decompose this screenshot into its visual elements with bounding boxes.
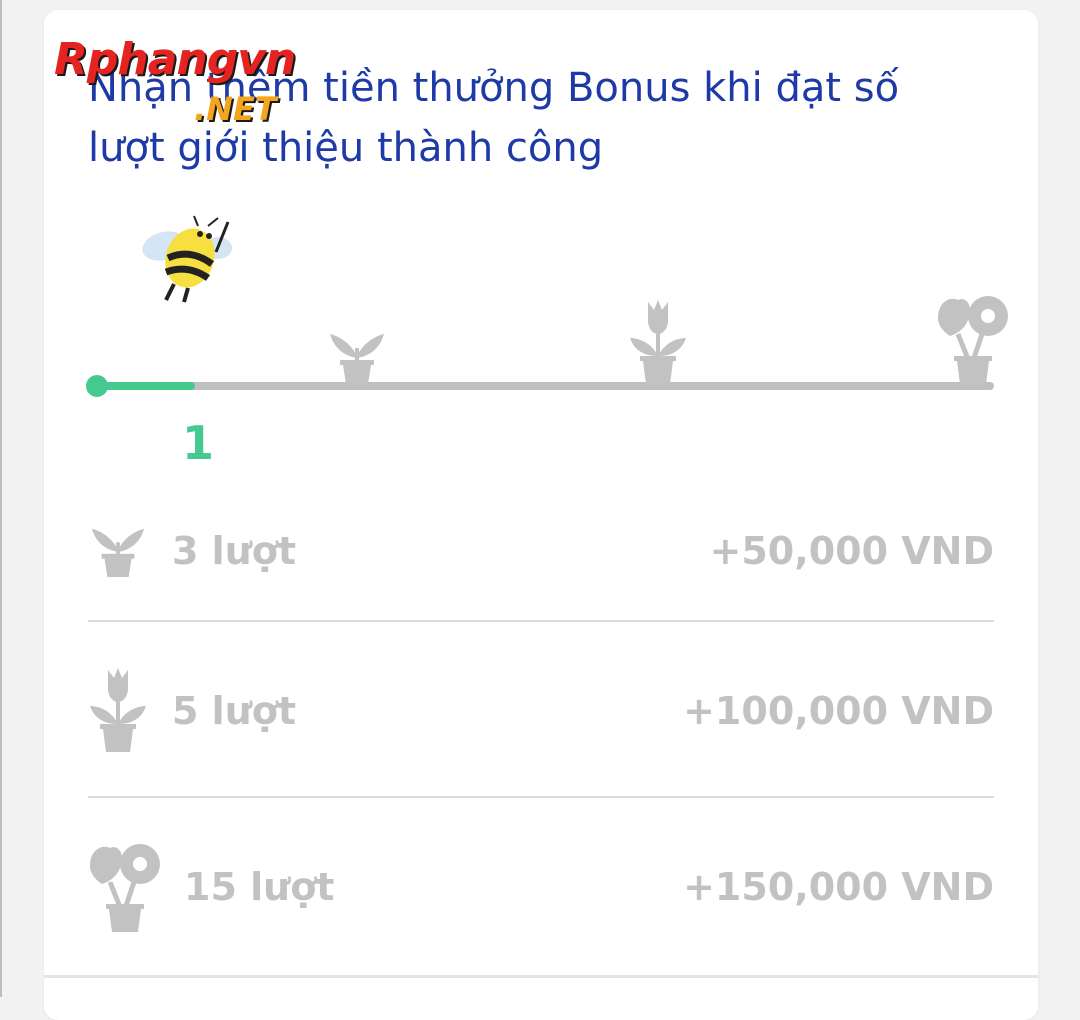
tulip-pot-icon [90, 668, 146, 752]
window-edge [0, 0, 2, 997]
watermark-subtext: .NET [194, 90, 277, 128]
tier-row: 3 lượt +50,000 VND [88, 506, 994, 596]
bee-mascot-icon [142, 215, 232, 303]
flower-pot-icon [938, 296, 1008, 384]
progress-start-dot [86, 375, 108, 397]
tier-count: 5 lượt [172, 689, 297, 733]
row-divider [88, 620, 994, 622]
tier-row: 15 lượt +150,000 VND [88, 842, 994, 932]
watermark-logo: Rphangvn .NET [54, 34, 384, 134]
sprout-pot-icon [330, 334, 384, 384]
progress-count: 1 [181, 416, 214, 470]
card-bottom-divider [44, 975, 1038, 978]
tier-amount: +100,000 VND [683, 689, 994, 733]
tier-row: 5 lượt +100,000 VND [88, 666, 994, 756]
flower-pot-icon [90, 844, 160, 932]
tulip-pot-icon [630, 300, 686, 384]
row-divider [88, 796, 994, 798]
watermark-text: Rphangvn [54, 34, 296, 85]
progress-track [96, 382, 994, 390]
progress-fill [96, 382, 195, 390]
tier-amount: +150,000 VND [683, 865, 994, 909]
sprout-pot-icon [91, 528, 145, 577]
tier-amount: +50,000 VND [709, 529, 994, 573]
tier-count: 15 lượt [184, 865, 335, 909]
tier-count: 3 lượt [172, 529, 297, 573]
